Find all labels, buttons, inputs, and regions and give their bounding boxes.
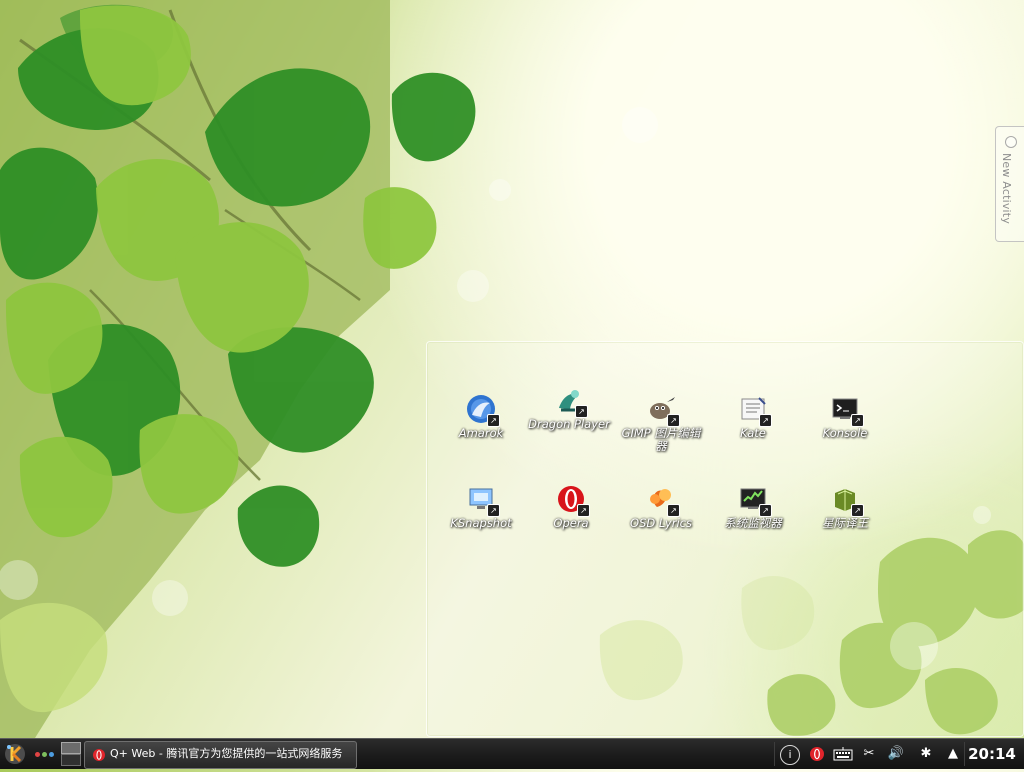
task-title: Q+ Web - 腾讯官方为您提供的一站式网络服务: [110, 747, 343, 760]
pager-desktop-1[interactable]: [61, 742, 81, 754]
desktop-icon-stardict[interactable]: ↗ 星际译王: [802, 483, 888, 530]
desktop-icon-label: 系统监视器: [724, 516, 782, 530]
shortcut-arrow-icon: ↗: [577, 504, 590, 517]
desktop-icon-system-monitor[interactable]: ↗ 系统监视器: [710, 483, 796, 530]
desktop-icon-label: 星际译王: [822, 516, 868, 530]
shortcut-arrow-icon: ↗: [667, 414, 680, 427]
desktop-icon-label: Dragon Player: [528, 417, 610, 431]
shortcut-arrow-icon: ↗: [851, 414, 864, 427]
desktop-folder-view: ↗ Amarok ↗ Dragon Player ↗ GIMP 图片编辑器 ↗ …: [426, 341, 1024, 737]
desktop-icon-dragon-player[interactable]: ↗ Dragon Player: [526, 384, 612, 431]
desktop-icon-konsole[interactable]: ↗ Konsole: [802, 393, 888, 440]
system-tray: i ✂ 🔊 ✱ ▲: [778, 739, 968, 769]
volume-icon[interactable]: 🔊: [885, 746, 907, 762]
activity-dots-icon[interactable]: [35, 751, 55, 759]
kde-menu-icon: [5, 744, 25, 764]
taskbar: Q+ Web - 腾讯官方为您提供的一站式网络服务 i ✂ 🔊 ✱ ▲ 20:1…: [0, 738, 1024, 769]
pager-desktop-2[interactable]: [61, 754, 81, 766]
virtual-desktop-pager[interactable]: [60, 742, 81, 766]
shortcut-arrow-icon: ↗: [487, 504, 500, 517]
shortcut-arrow-icon: ↗: [759, 504, 772, 517]
desktop-icon-label: KSnapshot: [450, 516, 512, 530]
osd-lyrics-icon: ↗: [645, 483, 680, 517]
desktop-icon-opera[interactable]: ↗ Opera: [528, 483, 614, 530]
stardict-icon: ↗: [829, 483, 864, 517]
clock-separator: [964, 742, 965, 766]
opera-icon: ↗: [555, 483, 590, 517]
opera-tray-icon[interactable]: [808, 746, 826, 762]
desktop-icon-osd-lyrics[interactable]: ↗ OSD Lyrics: [618, 483, 704, 530]
desktop-icon-label: Opera: [553, 516, 589, 530]
desktop-icon-label: OSD Lyrics: [630, 516, 692, 530]
dragon-player-icon: ↗: [553, 384, 588, 418]
activity-icon: [1005, 136, 1017, 148]
desktop-icon-amarok[interactable]: ↗ Amarok: [438, 393, 524, 440]
shortcut-arrow-icon: ↗: [667, 504, 680, 517]
ksnapshot-icon: ↗: [465, 483, 500, 517]
shortcut-arrow-icon: ↗: [575, 405, 588, 418]
new-activity-tab[interactable]: New Activity: [995, 126, 1024, 242]
shortcut-arrow-icon: ↗: [759, 414, 772, 427]
arrow-up-icon[interactable]: ▲: [944, 746, 962, 762]
kate-icon: ↗: [737, 393, 772, 427]
new-activity-label: New Activity: [1000, 153, 1013, 225]
shortcut-arrow-icon: ↗: [487, 414, 500, 427]
tray-separator: [774, 742, 775, 766]
desktop-icon-label: Kate: [740, 426, 766, 440]
bluetooth-icon[interactable]: ✱: [917, 746, 935, 762]
info-icon[interactable]: i: [780, 745, 800, 765]
desktop-icon-label: GIMP 图片编辑器: [621, 426, 701, 453]
kde-launcher-button[interactable]: [2, 740, 28, 768]
gimp-icon: ↗: [645, 393, 680, 427]
desktop-icon-kate[interactable]: ↗ Kate: [710, 393, 796, 440]
konsole-icon: ↗: [829, 393, 864, 427]
keyboard-icon[interactable]: [833, 746, 853, 762]
system-monitor-icon: ↗: [737, 483, 772, 517]
desktop-icon-ksnapshot[interactable]: ↗ KSnapshot: [438, 483, 524, 530]
amarok-icon: ↗: [465, 393, 500, 427]
desktop-icon-gimp[interactable]: ↗ GIMP 图片编辑器: [618, 393, 704, 453]
opera-task-icon: [93, 749, 105, 761]
digital-clock[interactable]: 20:14: [968, 744, 1016, 764]
scissors-icon[interactable]: ✂: [860, 746, 878, 762]
desktop-icon-label: Amarok: [458, 426, 504, 440]
shortcut-arrow-icon: ↗: [851, 504, 864, 517]
taskbar-window-button[interactable]: Q+ Web - 腾讯官方为您提供的一站式网络服务: [84, 741, 357, 769]
desktop-icon-label: Konsole: [822, 426, 868, 440]
